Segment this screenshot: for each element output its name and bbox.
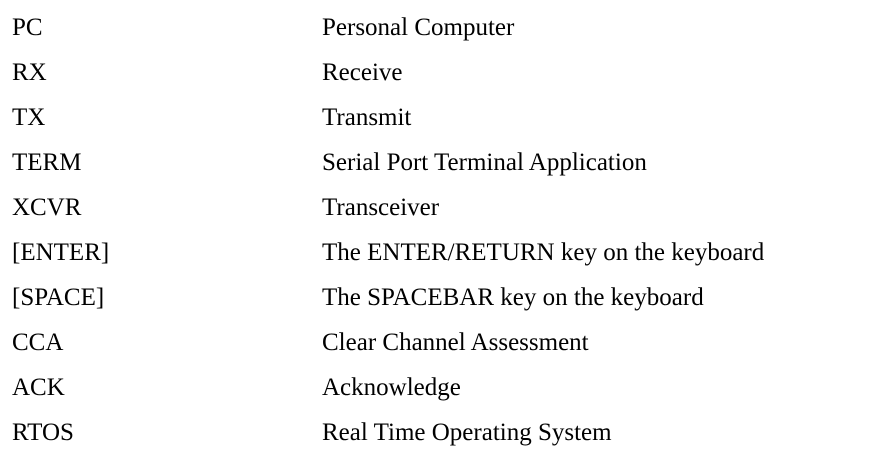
glossary-row: [SPACE] The SPACEBAR key on the keyboard (12, 275, 882, 320)
glossary-row: TERM Serial Port Terminal Application (12, 140, 882, 185)
term: TERM (12, 149, 82, 176)
definition: Clear Channel Assessment (322, 329, 589, 356)
abbreviations-table: PC Personal Computer RX Receive TX Trans… (12, 0, 882, 455)
definition: Acknowledge (322, 374, 461, 401)
glossary-row: RX Receive (12, 50, 882, 95)
term: RTOS (12, 419, 74, 446)
term: [ENTER] (12, 239, 110, 266)
definition: Receive (322, 59, 403, 86)
definition: Transmit (322, 104, 412, 131)
term: RX (12, 59, 47, 86)
definition: Serial Port Terminal Application (322, 149, 647, 176)
glossary-row: CCA Clear Channel Assessment (12, 320, 882, 365)
term: TX (12, 104, 46, 131)
definition: Personal Computer (322, 14, 515, 41)
glossary-row: RTOS Real Time Operating System (12, 410, 882, 455)
term: PC (12, 14, 43, 41)
definition: The ENTER/RETURN key on the keyboard (322, 239, 765, 266)
glossary-row: ACK Acknowledge (12, 365, 882, 410)
term: [SPACE] (12, 284, 105, 311)
glossary-row: PC Personal Computer (12, 5, 882, 50)
glossary-row: XCVR Transceiver (12, 185, 882, 230)
term: ACK (12, 374, 65, 401)
glossary-row: TX Transmit (12, 95, 882, 140)
glossary-row: [ENTER] The ENTER/RETURN key on the keyb… (12, 230, 882, 275)
definition: The SPACEBAR key on the keyboard (322, 284, 704, 311)
term: XCVR (12, 194, 82, 221)
definition: Real Time Operating System (322, 419, 612, 446)
term: CCA (12, 329, 64, 356)
definition: Transceiver (322, 194, 440, 221)
